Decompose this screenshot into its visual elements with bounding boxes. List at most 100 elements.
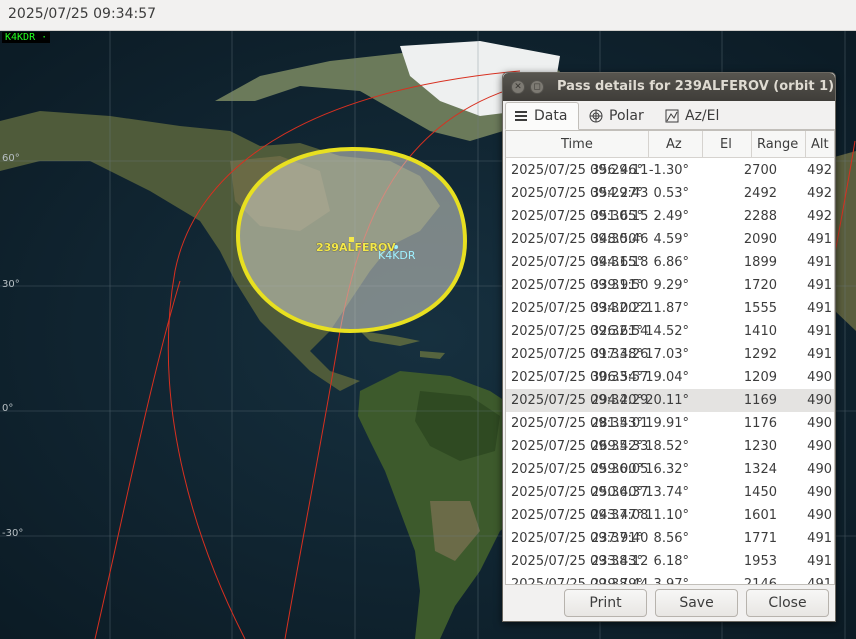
cell-el: 0.53° xyxy=(653,186,689,201)
table-row[interactable]: 2025/07/25 09:37:40 237.91° 8.56° 1771 491 xyxy=(506,527,834,550)
table-row[interactable]: 2025/07/25 09:38:12 233.43° 6.18° 1953 491 xyxy=(506,550,834,573)
cell-az: 344.65° xyxy=(591,255,643,270)
close-icon[interactable]: ✕ xyxy=(511,80,525,94)
table-row[interactable]: 2025/07/25 09:31:18 344.65° 6.86° 1899 491 xyxy=(506,251,834,274)
table-row[interactable]: 2025/07/25 09:33:26 317.48° 17.03° 1292 491 xyxy=(506,343,834,366)
column-header-alt[interactable]: Alt xyxy=(811,137,829,152)
cell-range: 2288 xyxy=(743,209,777,224)
cell-alt: 491 xyxy=(807,554,832,569)
cell-el: 18.52° xyxy=(645,439,689,454)
cell-range: 1953 xyxy=(743,554,777,569)
cell-alt: 490 xyxy=(807,439,832,454)
list-icon xyxy=(515,111,527,121)
cell-el: 19.91° xyxy=(645,416,689,431)
cell-alt: 492 xyxy=(807,163,832,178)
clock-display: 2025/07/25 09:34:57 xyxy=(8,6,157,22)
tab-azel-label: Az/El xyxy=(685,108,720,124)
column-header-range[interactable]: Range xyxy=(757,137,798,152)
save-button[interactable]: Save xyxy=(655,589,738,617)
cell-el: 17.03° xyxy=(645,347,689,362)
lat-label-minus30: -30° xyxy=(2,528,24,539)
cell-el: 6.86° xyxy=(653,255,689,270)
cell-alt: 491 xyxy=(807,232,832,247)
cell-alt: 490 xyxy=(807,416,832,431)
column-header-time[interactable]: Time xyxy=(561,137,593,152)
cell-alt: 491 xyxy=(807,278,832,293)
table-header: Time Az El Range Alt xyxy=(506,131,834,158)
qth-badge: K4KDR · xyxy=(2,32,51,43)
tab-azel[interactable]: Az/El xyxy=(657,102,729,130)
cell-range: 1209 xyxy=(743,370,777,385)
cell-range: 1169 xyxy=(743,393,777,408)
table-row[interactable]: 2025/07/25 09:32:54 326.61° 14.52° 1410 491 xyxy=(506,320,834,343)
cell-alt: 490 xyxy=(807,462,832,477)
cell-alt: 491 xyxy=(807,301,832,316)
table-row[interactable]: 2025/07/25 09:32:22 334.00° 11.87° 1555 491 xyxy=(506,297,834,320)
cell-range: 1555 xyxy=(743,301,777,316)
cell-az: 306.54° xyxy=(591,370,643,385)
cell-el: -1.30° xyxy=(648,163,689,178)
cell-alt: 490 xyxy=(807,508,832,523)
table-row[interactable]: 2025/07/25 09:34:29 294.20° 20.11° 1169 490 xyxy=(506,389,834,412)
table-row[interactable]: 2025/07/25 09:29:43 354.27° 0.53° 2492 492 xyxy=(506,182,834,205)
cell-range: 1292 xyxy=(743,347,777,362)
table-row[interactable]: 2025/07/25 09:35:01 281.43° 19.91° 1176 490 xyxy=(506,412,834,435)
cell-el: 14.52° xyxy=(645,324,689,339)
column-header-el[interactable]: El xyxy=(720,137,732,152)
maximize-icon[interactable]: ◻ xyxy=(530,80,544,94)
dialog-titlebar[interactable]: ✕ ◻ Pass details for 239ALFEROV (orbit 1… xyxy=(503,73,835,101)
cell-range: 1450 xyxy=(743,485,777,500)
tab-data[interactable]: Data xyxy=(505,102,579,130)
cell-alt: 491 xyxy=(807,347,832,362)
cell-alt: 491 xyxy=(807,324,832,339)
cell-el: 20.11° xyxy=(645,393,689,408)
table-row[interactable]: 2025/07/25 09:31:50 339.91° 9.29° 1720 491 xyxy=(506,274,834,297)
cell-az: 339.91° xyxy=(591,278,643,293)
cell-az: 281.43° xyxy=(591,416,643,431)
tab-polar[interactable]: Polar xyxy=(581,102,657,130)
cell-az: 354.27° xyxy=(591,186,643,201)
cell-range: 1771 xyxy=(743,531,777,546)
table-row[interactable]: 2025/07/25 09:30:46 348.50° 4.59° 2090 491 xyxy=(506,228,834,251)
cell-range: 1324 xyxy=(743,462,777,477)
print-button[interactable]: Print xyxy=(564,589,647,617)
cell-el: 19.04° xyxy=(645,370,689,385)
cell-az: 269.42° xyxy=(591,439,643,454)
table-row[interactable]: 2025/07/25 09:37:08 243.47° 11.10° 1601 490 xyxy=(506,504,834,527)
cell-range: 1230 xyxy=(743,439,777,454)
cell-az: 348.50° xyxy=(591,232,643,247)
cell-az: 229.79° xyxy=(591,577,643,585)
dialog-title: Pass details for 239ALFEROV (orbit 1) xyxy=(557,79,835,94)
cell-az: 243.47° xyxy=(591,508,643,523)
cell-el: 11.87° xyxy=(645,301,689,316)
table-row[interactable]: 2025/07/25 09:29:11 356.46° -1.30° 2700 492 xyxy=(506,159,834,182)
cell-alt: 492 xyxy=(807,209,832,224)
cell-el: 11.10° xyxy=(645,508,689,523)
pass-table[interactable]: Time Az El Range Alt 2025/07/25 09:29:11… xyxy=(505,130,835,585)
table-row[interactable]: 2025/07/25 09:36:05 259.00° 16.32° 1324 490 xyxy=(506,458,834,481)
cell-range: 2146 xyxy=(743,577,777,585)
tab-data-label: Data xyxy=(534,108,568,124)
column-header-az[interactable]: Az xyxy=(666,137,682,152)
table-row[interactable]: 2025/07/25 09:30:15 351.65° 2.49° 2288 492 xyxy=(506,205,834,228)
cell-alt: 491 xyxy=(807,255,832,270)
cell-range: 1899 xyxy=(743,255,777,270)
close-button[interactable]: Close xyxy=(746,589,829,617)
cell-alt: 491 xyxy=(807,577,832,585)
table-row[interactable]: 2025/07/25 09:38:44 229.79° 3.97° 2146 491 xyxy=(506,573,834,585)
polar-icon xyxy=(589,109,603,123)
cell-az: 317.48° xyxy=(591,347,643,362)
cell-alt: 490 xyxy=(807,485,832,500)
cell-az: 351.65° xyxy=(591,209,643,224)
table-row[interactable]: 2025/07/25 09:36:37 250.40° 13.74° 1450 490 xyxy=(506,481,834,504)
cell-el: 9.29° xyxy=(653,278,689,293)
cell-el: 6.18° xyxy=(653,554,689,569)
qth-label: K4KDR xyxy=(378,249,416,262)
cell-range: 2090 xyxy=(743,232,777,247)
cell-el: 3.97° xyxy=(653,577,689,585)
table-row[interactable]: 2025/07/25 09:35:33 269.42° 18.52° 1230 490 xyxy=(506,435,834,458)
cell-el: 2.49° xyxy=(653,209,689,224)
lat-label-60: 60° xyxy=(2,153,20,164)
table-row[interactable]: 2025/07/25 09:33:57 306.54° 19.04° 1209 490 xyxy=(506,366,834,389)
cell-az: 237.91° xyxy=(591,531,643,546)
